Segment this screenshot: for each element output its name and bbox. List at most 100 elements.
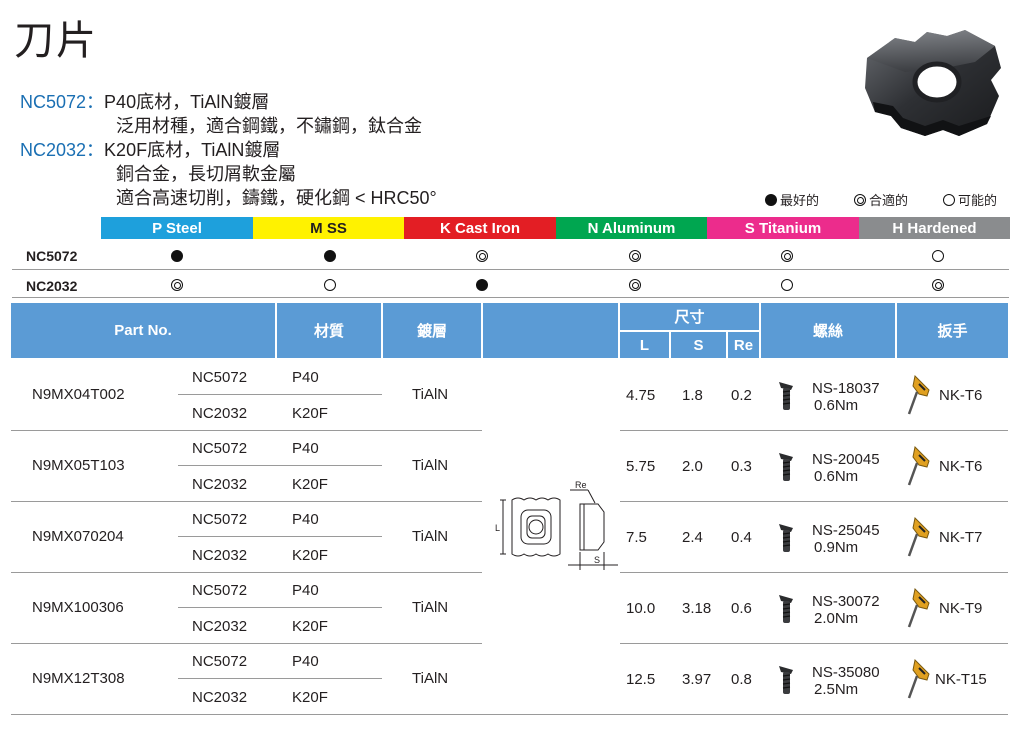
part-number: N9MX05T103 [32, 457, 125, 474]
wrench-code: NK-T9 [939, 600, 983, 617]
grade-nc5072-line: NC5072：P40底材，TiAlN鍍層 [20, 90, 269, 114]
coating: TiAlN [412, 386, 449, 403]
dim-re: 0.8 [731, 671, 752, 688]
substrate: K20F [292, 405, 328, 422]
diagram-label-s: S [594, 555, 600, 565]
possible-symbol-icon [781, 279, 793, 291]
screw-torque: 2.0Nm [814, 610, 859, 627]
grade-name: NC2032 [192, 547, 248, 564]
divider [178, 394, 382, 395]
divider [11, 643, 482, 644]
header-dimensions: 尺寸 [620, 303, 759, 330]
suitable-symbol-icon [781, 250, 793, 262]
dim-s: 3.97 [682, 671, 712, 688]
material-s-titanium: S Titanium [707, 217, 859, 239]
wrench-code: NK-T15 [935, 671, 987, 688]
substrate: P40 [292, 369, 319, 386]
dim-re: 0.4 [731, 529, 752, 546]
dim-l: 5.75 [626, 458, 656, 475]
divider [12, 269, 1009, 270]
wrench-icon [907, 587, 930, 628]
legend-best: 最好的 [765, 190, 819, 209]
divider [620, 501, 1008, 502]
dim-l: 12.5 [626, 671, 656, 688]
screw-code: NS-25045 [812, 522, 880, 539]
substrate: P40 [292, 440, 319, 457]
substrate: K20F [292, 476, 328, 493]
divider [178, 607, 382, 608]
grade-name: NC5072 [192, 369, 248, 386]
grade-code: NC2032 [20, 140, 87, 160]
divider [11, 714, 1008, 715]
header-blank [483, 303, 618, 358]
screw-icon [779, 524, 793, 552]
dim-s: 2.4 [682, 529, 703, 546]
wrench-code: NK-T6 [939, 387, 983, 404]
part-number: N9MX04T002 [32, 386, 125, 403]
divider [178, 465, 382, 466]
dim-s: 1.8 [682, 387, 703, 404]
suitable-symbol-icon [932, 279, 944, 291]
wrench-icon [907, 374, 930, 415]
grade-name: NC5072 [192, 653, 248, 670]
screw-icon [779, 382, 793, 410]
substrate: P40 [292, 653, 319, 670]
coating: TiAlN [412, 599, 449, 616]
substrate: P40 [292, 582, 319, 599]
substrate: P40 [292, 511, 319, 528]
part-number: N9MX070204 [32, 528, 124, 545]
grade-code: NC5072 [20, 92, 87, 112]
grade-nc5072-note: 泛用材種，適合鋼鐵，不鏽鋼，鈦合金 [116, 116, 422, 136]
possible-symbol-icon [324, 279, 336, 291]
best-symbol-icon [324, 250, 336, 262]
grade-name: NC2032 [192, 689, 248, 706]
insert-dimension-diagram: L Re S [495, 480, 618, 570]
part-number: N9MX100306 [32, 599, 124, 616]
suitability-grade-nc2032: NC2032 [26, 278, 78, 294]
possible-symbol-icon [943, 193, 955, 206]
suitable-symbol-icon [476, 250, 488, 262]
header-part-no: Part No. [11, 303, 275, 358]
diagram-label-l: L [495, 523, 500, 533]
substrate: K20F [292, 618, 328, 635]
screw-torque: 2.5Nm [814, 681, 859, 698]
material-n-aluminum: N Aluminum [556, 217, 707, 239]
header-coating: 鍍層 [383, 303, 481, 358]
legend-best-label: 最好的 [780, 193, 820, 208]
best-symbol-icon [171, 250, 183, 262]
wrench-code: NK-T7 [939, 529, 983, 546]
coating: TiAlN [412, 528, 449, 545]
dim-s: 3.18 [682, 600, 712, 617]
suitability-grade-nc5072: NC5072 [26, 248, 78, 264]
screw-code: NS-20045 [812, 451, 880, 468]
grade-sep: ： [86, 140, 105, 160]
substrate: K20F [292, 689, 328, 706]
wrench-code: NK-T6 [939, 458, 983, 475]
page-title: 刀片 [14, 19, 98, 63]
best-symbol-icon [765, 193, 777, 206]
grade-desc: P40底材，TiAlN鍍層 [104, 92, 270, 112]
material-m-ss: M SS [253, 217, 404, 239]
screw-code: NS-35080 [812, 664, 880, 681]
grade-sep: ： [86, 92, 105, 112]
material-bar: P Steel M SS K Cast Iron N Aluminum S Ti… [101, 217, 1010, 239]
grade-name: NC2032 [192, 618, 248, 635]
insert-photo [865, 30, 1001, 136]
dim-l: 4.75 [626, 387, 656, 404]
divider [11, 430, 482, 431]
diagram-label-re: Re [575, 480, 587, 490]
suitable-symbol-icon [629, 250, 641, 262]
grade-name: NC2032 [192, 405, 248, 422]
divider [11, 572, 482, 573]
divider [178, 678, 382, 679]
legend-suitable: 合適的 [854, 190, 908, 209]
grade-nc2032-line: NC2032：K20F底材，TiAlN鍍層 [20, 138, 280, 162]
material-k-cast-iron: K Cast Iron [404, 217, 556, 239]
divider [620, 643, 1008, 644]
dim-l: 7.5 [626, 529, 647, 546]
dim-s: 2.0 [682, 458, 703, 475]
coating: TiAlN [412, 670, 449, 687]
screw-torque: 0.6Nm [814, 397, 859, 414]
material-p-steel: P Steel [101, 217, 253, 239]
header-s: S [671, 332, 726, 358]
